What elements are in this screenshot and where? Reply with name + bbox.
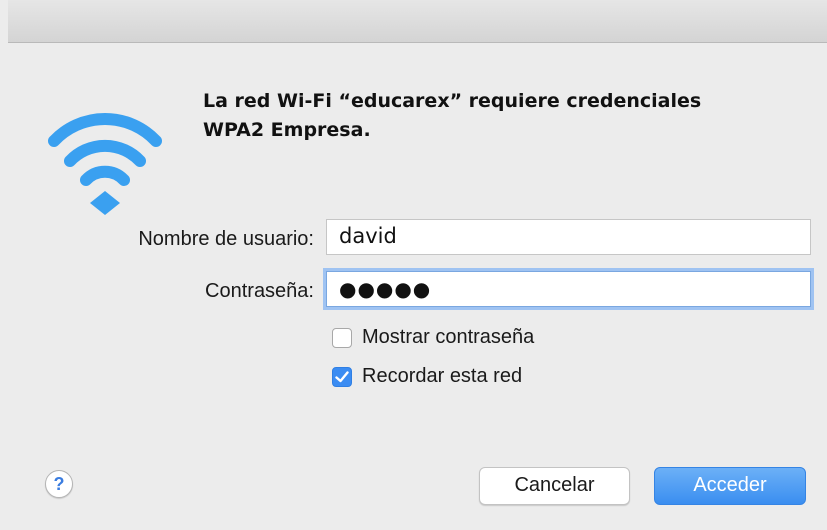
show-password-option[interactable]: Mostrar contraseña — [332, 326, 534, 349]
remember-network-label: Recordar esta red — [362, 365, 523, 387]
remember-network-option[interactable]: Recordar esta red — [332, 365, 522, 388]
remember-network-checkbox[interactable] — [332, 366, 352, 387]
wifi-credentials-dialog: La red Wi-Fi “educarex” requiere credenc… — [8, 43, 827, 530]
username-value: david — [339, 224, 397, 248]
wifi-icon — [48, 113, 162, 215]
show-password-label: Mostrar contraseña — [362, 326, 535, 348]
help-icon: ? — [53, 474, 65, 494]
username-field[interactable]: david — [326, 219, 811, 255]
username-label: Nombre de usuario: — [138, 228, 314, 250]
password-mask: ●●●●● — [339, 277, 432, 301]
heading-line-1: La red Wi-Fi “educarex” requiere credenc… — [203, 90, 702, 112]
password-field[interactable]: ●●●●● — [326, 271, 811, 307]
help-button[interactable]: ? — [45, 470, 73, 498]
dialog-heading: La red Wi-Fi “educarex” requiere credenc… — [203, 87, 803, 145]
cancel-button[interactable]: Cancelar — [479, 467, 630, 505]
window-titlebar[interactable] — [8, 0, 827, 43]
show-password-checkbox[interactable] — [332, 327, 352, 348]
join-button[interactable]: Acceder — [654, 467, 806, 505]
password-label: Contraseña: — [205, 280, 314, 302]
heading-line-2: WPA2 Empresa. — [203, 119, 371, 141]
checkmark-icon — [335, 370, 349, 382]
